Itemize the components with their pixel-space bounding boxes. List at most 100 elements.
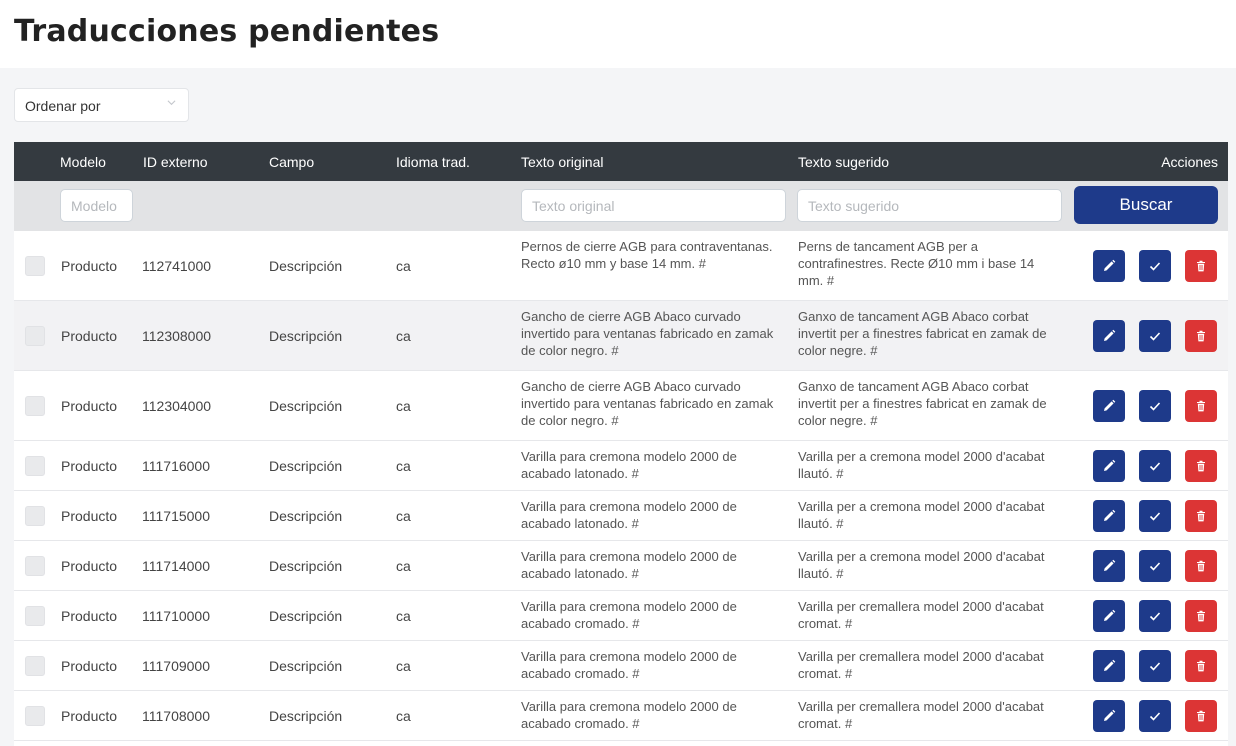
column-header-field[interactable]: Campo bbox=[269, 154, 314, 170]
edit-button[interactable] bbox=[1093, 390, 1125, 422]
edit-button[interactable] bbox=[1093, 250, 1125, 282]
row-checkbox[interactable] bbox=[25, 606, 45, 626]
column-header-original[interactable]: Texto original bbox=[521, 154, 604, 170]
edit-button[interactable] bbox=[1093, 600, 1125, 632]
edit-button[interactable] bbox=[1093, 450, 1125, 482]
row-suggested-text: Varilla per a cremona model 2000 d'acaba… bbox=[798, 449, 1045, 481]
approve-button[interactable] bbox=[1139, 550, 1171, 582]
row-field: Descripción bbox=[269, 658, 343, 674]
row-field: Descripción bbox=[269, 708, 343, 724]
approve-button[interactable] bbox=[1139, 250, 1171, 282]
delete-button[interactable] bbox=[1185, 500, 1217, 532]
pencil-icon bbox=[1104, 329, 1116, 341]
trash-icon bbox=[1197, 710, 1205, 722]
row-original-text: Varilla para cremona modelo 2000 de acab… bbox=[521, 449, 737, 481]
trash-icon bbox=[1197, 400, 1205, 412]
row-model: Producto bbox=[61, 328, 118, 344]
delete-button[interactable] bbox=[1185, 450, 1217, 482]
column-header-language[interactable]: Idioma trad. bbox=[396, 154, 470, 170]
row-model: Producto bbox=[61, 398, 118, 414]
check-icon bbox=[1149, 512, 1161, 521]
row-checkbox[interactable] bbox=[25, 656, 45, 676]
pencil-icon bbox=[1104, 559, 1116, 571]
row-checkbox[interactable] bbox=[25, 706, 45, 726]
row-external-id: 111710000 bbox=[142, 608, 210, 624]
table-row: Producto 111714000 Descripción ca Varilla pa… bbox=[14, 541, 1228, 591]
row-checkbox[interactable] bbox=[25, 556, 45, 576]
approve-button[interactable] bbox=[1139, 600, 1171, 632]
row-original-text: Varilla para cremona modelo 2000 de acab… bbox=[521, 549, 737, 581]
row-language: ca bbox=[396, 328, 411, 344]
check-icon bbox=[1149, 462, 1161, 471]
row-field: Descripción bbox=[269, 398, 343, 414]
table-row: Producto 112308000 Descripción ca Gancho de … bbox=[14, 301, 1228, 371]
row-model: Producto bbox=[61, 708, 118, 724]
approve-button[interactable] bbox=[1139, 320, 1171, 352]
table-row: Producto 111708000 Descripción ca Varilla pa… bbox=[14, 691, 1228, 741]
row-checkbox[interactable] bbox=[25, 256, 45, 276]
row-language: ca bbox=[396, 508, 411, 524]
approve-button[interactable] bbox=[1139, 650, 1171, 682]
table-row: Producto 111710000 Descripción ca Varilla pa… bbox=[14, 591, 1228, 641]
suggested-text-filter-input[interactable] bbox=[797, 189, 1062, 222]
table-row: Producto 111715000 Descripción ca Varilla pa… bbox=[14, 491, 1228, 541]
delete-button[interactable] bbox=[1185, 700, 1217, 732]
row-external-id: 111715000 bbox=[142, 508, 210, 524]
pencil-icon bbox=[1104, 609, 1116, 621]
trash-icon bbox=[1197, 260, 1205, 272]
edit-button[interactable] bbox=[1093, 650, 1125, 682]
column-header-actions: Acciones bbox=[1161, 154, 1218, 170]
row-original-text: Pernos de cierre AGB para contraventanas… bbox=[521, 239, 773, 271]
row-suggested-text: Varilla per cremallera model 2000 d'acab… bbox=[798, 599, 1044, 631]
delete-button[interactable] bbox=[1185, 390, 1217, 422]
approve-button[interactable] bbox=[1139, 700, 1171, 732]
trash-icon bbox=[1197, 510, 1205, 522]
row-checkbox[interactable] bbox=[25, 326, 45, 346]
sort-select-label: Ordenar por bbox=[25, 98, 101, 114]
row-suggested-text: Varilla per cremallera model 2000 d'acab… bbox=[798, 649, 1044, 681]
edit-button[interactable] bbox=[1093, 700, 1125, 732]
row-language: ca bbox=[396, 458, 411, 474]
approve-button[interactable] bbox=[1139, 450, 1171, 482]
row-field: Descripción bbox=[269, 458, 343, 474]
original-text-filter-input[interactable] bbox=[521, 189, 786, 222]
row-checkbox[interactable] bbox=[25, 456, 45, 476]
delete-button[interactable] bbox=[1185, 650, 1217, 682]
column-header-suggested[interactable]: Texto sugerido bbox=[798, 154, 889, 170]
column-header-external-id[interactable]: ID externo bbox=[143, 154, 208, 170]
row-original-text: Varilla para cremona modelo 2000 de acab… bbox=[521, 499, 737, 531]
sort-select[interactable]: Ordenar por bbox=[14, 88, 189, 122]
pencil-icon bbox=[1104, 659, 1116, 671]
row-suggested-text: Ganxo de tancament AGB Abaco corbat inve… bbox=[798, 309, 1047, 358]
delete-button[interactable] bbox=[1185, 550, 1217, 582]
edit-button[interactable] bbox=[1093, 320, 1125, 352]
table-row: Producto 112304000 Descripción ca Gancho de … bbox=[14, 371, 1228, 441]
translations-table: Modelo ID externo Campo Idioma trad. Tex… bbox=[14, 142, 1228, 746]
approve-button[interactable] bbox=[1139, 500, 1171, 532]
delete-button[interactable] bbox=[1185, 600, 1217, 632]
edit-button[interactable] bbox=[1093, 500, 1125, 532]
table-header: Modelo ID externo Campo Idioma trad. Tex… bbox=[14, 142, 1228, 181]
row-field: Descripción bbox=[269, 558, 343, 574]
row-field: Descripción bbox=[269, 608, 343, 624]
delete-button[interactable] bbox=[1185, 250, 1217, 282]
search-button[interactable]: Buscar bbox=[1074, 186, 1218, 224]
row-external-id: 112741000 bbox=[142, 258, 212, 274]
row-field: Descripción bbox=[269, 258, 343, 274]
row-suggested-text: Varilla per cremallera model 2000 d'acab… bbox=[798, 699, 1044, 731]
delete-button[interactable] bbox=[1185, 320, 1217, 352]
row-external-id: 112304000 bbox=[142, 398, 212, 414]
column-header-model[interactable]: Modelo bbox=[60, 154, 106, 170]
row-field: Descripción bbox=[269, 328, 343, 344]
row-external-id: 111716000 bbox=[142, 458, 210, 474]
row-language: ca bbox=[396, 608, 411, 624]
approve-button[interactable] bbox=[1139, 390, 1171, 422]
check-icon bbox=[1149, 712, 1161, 721]
row-suggested-text: Ganxo de tancament AGB Abaco corbat inve… bbox=[798, 379, 1047, 428]
trash-icon bbox=[1197, 330, 1205, 342]
row-checkbox[interactable] bbox=[25, 396, 45, 416]
edit-button[interactable] bbox=[1093, 550, 1125, 582]
model-filter-input[interactable] bbox=[60, 189, 133, 222]
check-icon bbox=[1149, 612, 1161, 621]
row-checkbox[interactable] bbox=[25, 506, 45, 526]
